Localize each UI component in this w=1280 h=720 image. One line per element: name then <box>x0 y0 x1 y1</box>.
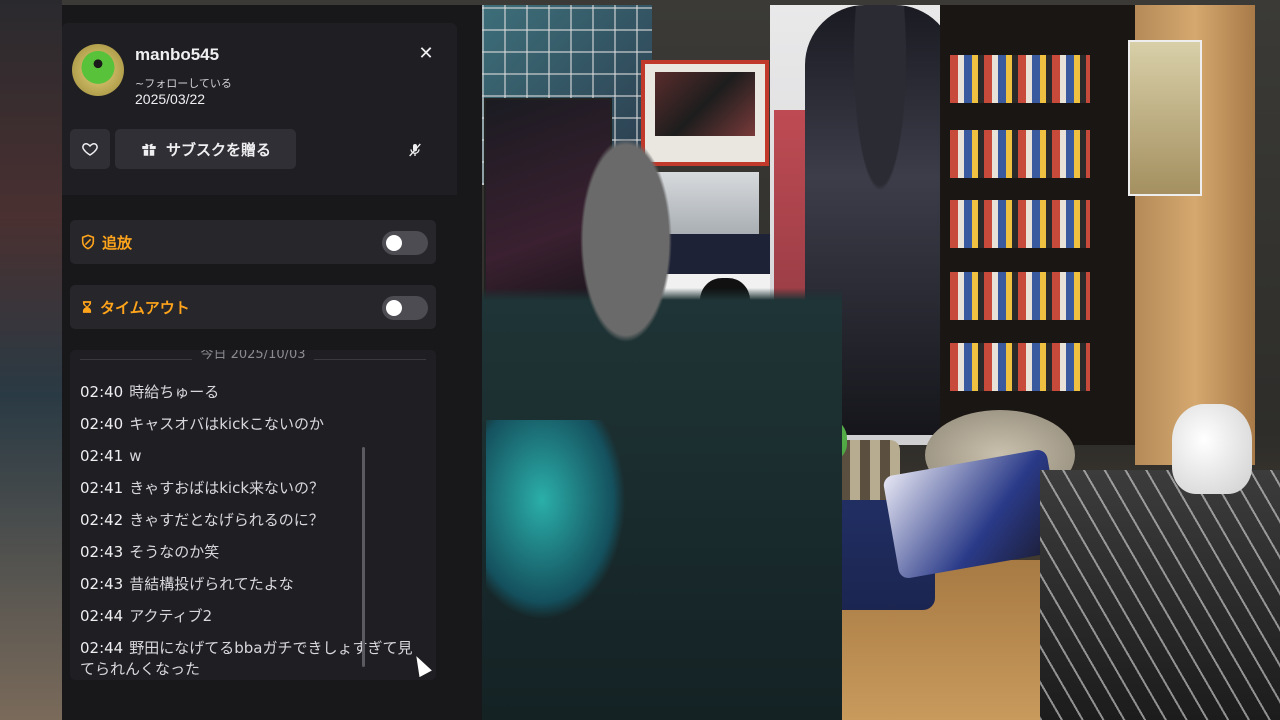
message-time: 02:44 <box>80 639 124 657</box>
desk-lamp <box>1172 404 1252 494</box>
door-poster <box>1128 40 1202 196</box>
avatar[interactable] <box>72 44 124 96</box>
username[interactable]: manbo545 <box>135 45 219 65</box>
heart-icon <box>82 142 98 156</box>
message-list: 02:40 時給ちゅーる 02:40 キャスオバはkickこないのか 02:41 w 02:… <box>80 382 420 680</box>
shelf-row <box>950 200 1090 248</box>
chat-message: 02:44 野田になげてるbbaガチできしょすぎて見てられんくなった <box>80 638 420 680</box>
gift-icon <box>142 143 156 156</box>
timeout-toggle[interactable] <box>382 296 428 320</box>
chat-history[interactable]: 今日 2025/10/03 02:40 時給ちゅーる 02:40 キャスオバはkick… <box>70 350 436 680</box>
hourglass-icon <box>82 301 92 313</box>
ban-label: 追放 <box>102 233 133 252</box>
gift-sub-label: サブスクを贈る <box>165 140 271 159</box>
message-time: 02:40 <box>80 415 124 433</box>
message-text: きゃすおばはkick来ないの？ <box>129 479 325 497</box>
message-text: 昔結構投げられてたよな <box>129 575 294 593</box>
message-time: 02:43 <box>80 543 124 561</box>
chat-message: 02:41 きゃすおばはkick来ないの？ <box>80 478 420 499</box>
message-text: 時給ちゅーる <box>129 383 220 401</box>
timeout-row[interactable]: タイムアウト <box>70 285 436 329</box>
gift-sub-button[interactable]: サブスクを贈る <box>115 129 296 169</box>
chat-message: 02:40 時給ちゅーる <box>80 382 420 403</box>
message-time: 02:41 <box>80 479 124 497</box>
mute-button[interactable] <box>402 137 428 163</box>
shelf-row <box>950 272 1090 320</box>
message-time: 02:42 <box>80 511 124 529</box>
shield-ban-icon <box>81 234 95 250</box>
message-time: 02:41 <box>80 447 124 465</box>
timeout-label: タイムアウト <box>100 298 190 317</box>
message-text: w <box>129 447 142 465</box>
hanging-clothes <box>0 0 62 720</box>
message-text: そうなのか笑 <box>129 543 220 561</box>
message-time: 02:43 <box>80 575 124 593</box>
message-text: キャスオバはkickこないのか <box>129 415 325 433</box>
metal-rack <box>1040 470 1280 720</box>
message-text: きゃすだとなげられるのに？ <box>129 511 324 529</box>
toggle-knob <box>386 235 402 251</box>
shirt-print <box>486 420 626 620</box>
shelf-row <box>950 55 1090 103</box>
date-divider: 今日 2025/10/03 <box>80 350 426 368</box>
chat-message: 02:44 アクティブ2 <box>80 606 420 627</box>
chat-message: 02:41 w <box>80 446 420 467</box>
close-icon: ✕ <box>418 42 434 64</box>
toggle-knob <box>386 300 402 316</box>
user-card-panel: manbo545 ~フォローしている 2025/03/22 ✕ サブスクを贈る <box>62 5 482 720</box>
close-button[interactable]: ✕ <box>414 41 438 65</box>
chat-message: 02:42 きゃすだとなげられるのに？ <box>80 510 420 531</box>
ban-toggle[interactable] <box>382 231 428 255</box>
mic-off-icon <box>409 143 421 157</box>
user-card-header <box>62 23 457 195</box>
message-text: アクティブ2 <box>129 607 213 625</box>
follow-status: ~フォローしている <box>135 77 232 90</box>
date-divider-text: 今日 2025/10/03 <box>200 350 306 362</box>
chat-message: 02:43 昔結構投げられてたよな <box>80 574 420 595</box>
follow-button[interactable] <box>70 129 110 169</box>
shelf-row <box>950 343 1090 391</box>
chat-message: 02:40 キャスオバはkickこないのか <box>80 414 420 435</box>
ban-row[interactable]: 追放 <box>70 220 436 264</box>
follow-date: 2025/03/22 <box>135 91 206 107</box>
message-time: 02:40 <box>80 383 124 401</box>
history-scrollbar[interactable] <box>362 447 365 667</box>
shelf-row <box>950 130 1090 178</box>
message-time: 02:44 <box>80 607 124 625</box>
chat-message: 02:43 そうなのか笑 <box>80 542 420 563</box>
